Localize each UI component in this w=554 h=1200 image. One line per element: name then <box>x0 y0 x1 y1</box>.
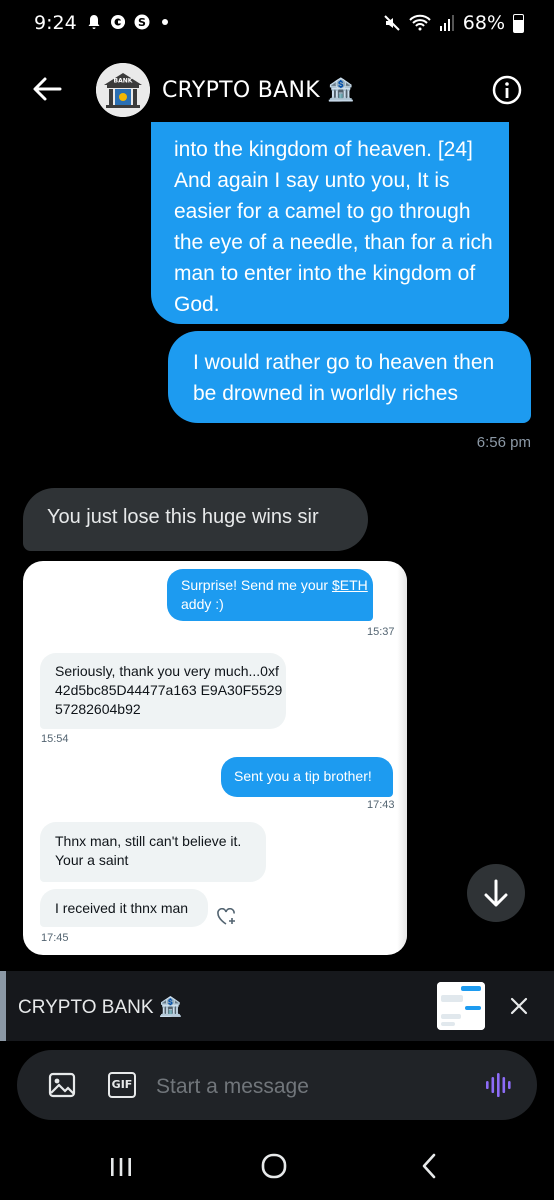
image-bubble-text: I received it thnx man <box>55 900 189 916</box>
svg-text:BANK: BANK <box>114 78 133 85</box>
outgoing-message[interactable]: into the kingdom of heaven. [24] And aga… <box>151 122 509 324</box>
image-bubble-outgoing: Surprise! Send me your $ETH addy :) <box>167 569 373 621</box>
image-thumbnail-icon <box>437 982 485 1030</box>
eth-link: $ETH <box>331 577 368 593</box>
message-text: You just lose this huge wins sir <box>47 506 319 528</box>
info-icon[interactable] <box>491 74 523 106</box>
wifi-calling-icon <box>409 14 431 31</box>
voice-message-icon[interactable] <box>483 1070 513 1100</box>
home-icon[interactable] <box>254 1150 294 1182</box>
back-nav-icon[interactable] <box>410 1150 450 1182</box>
reply-title: CRYPTO BANK 🏦 <box>18 997 183 1018</box>
image-bubble-incoming: Thnx man, still can't believe it. Your a… <box>40 822 266 882</box>
battery-percentage: 68% <box>462 12 505 34</box>
arrow-down-icon <box>484 879 508 907</box>
image-timestamp: 15:54 <box>41 733 69 745</box>
status-left-icons: S <box>86 14 168 30</box>
status-time: 9:24 <box>34 12 77 34</box>
svg-text:S: S <box>138 16 146 29</box>
system-navigation-bar <box>0 1130 554 1200</box>
dollar-app-icon: S <box>134 14 150 30</box>
message-composer: GIF <box>17 1050 537 1120</box>
image-message[interactable]: Surprise! Send me your $ETH addy :) 15:3… <box>23 561 407 955</box>
message-text: into the kingdom of heaven. [24] And aga… <box>174 138 493 316</box>
mute-icon <box>384 15 400 31</box>
c-app-icon <box>111 15 125 29</box>
reply-preview: CRYPTO BANK 🏦 <box>0 971 554 1041</box>
image-bubble-text: Thnx man, still can't believe it. Your a… <box>55 833 242 868</box>
image-bubble-text: Sent you a tip brother! <box>234 768 372 784</box>
image-timestamp: 17:45 <box>41 932 69 944</box>
image-timestamp: 17:43 <box>367 799 395 811</box>
image-bubble-outgoing: Sent you a tip brother! <box>221 757 393 797</box>
gif-button[interactable]: GIF <box>108 1072 136 1098</box>
notification-bell-icon <box>88 15 100 29</box>
battery-icon <box>513 13 524 33</box>
conversation-header: BANK CRYPTO BANK 🏦 <box>0 58 554 124</box>
scroll-to-bottom-button[interactable] <box>467 864 525 922</box>
image-bubble-incoming: Seriously, thank you very much...0xf42d5… <box>40 653 286 729</box>
add-reaction-icon <box>217 908 235 925</box>
status-right-icons: 68% <box>383 12 524 34</box>
reply-indicator-bar <box>0 971 6 1041</box>
close-icon[interactable] <box>506 993 532 1019</box>
image-icon[interactable] <box>48 1071 76 1099</box>
image-bubble-text: Surprise! Send me your <box>181 577 332 593</box>
incoming-message[interactable]: You just lose this huge wins sir <box>23 488 368 551</box>
image-bubble-text: Seriously, thank you very much...0xf42d5… <box>55 663 283 717</box>
signal-icon <box>439 15 454 31</box>
conversation-title[interactable]: CRYPTO BANK 🏦 <box>162 78 355 103</box>
recent-apps-icon[interactable] <box>101 1150 141 1182</box>
bank-logo-icon: BANK <box>96 63 150 117</box>
image-bubble-text: addy :) <box>181 596 224 612</box>
outgoing-message[interactable]: I would rather go to heaven then be drow… <box>168 331 531 423</box>
avatar[interactable]: BANK <box>96 63 150 117</box>
back-arrow-icon[interactable] <box>30 72 64 106</box>
status-bar: 9:24 S 68% <box>0 0 554 50</box>
dot-icon <box>162 19 168 25</box>
message-text: I would rather go to heaven then be drow… <box>193 351 495 405</box>
message-input[interactable] <box>154 1070 468 1104</box>
message-timestamp: 6:56 pm <box>476 434 531 451</box>
image-bubble-incoming: I received it thnx man <box>40 889 208 927</box>
image-edge-shade <box>397 561 407 955</box>
image-timestamp: 15:37 <box>367 626 395 638</box>
reply-thumbnail <box>437 982 485 1030</box>
